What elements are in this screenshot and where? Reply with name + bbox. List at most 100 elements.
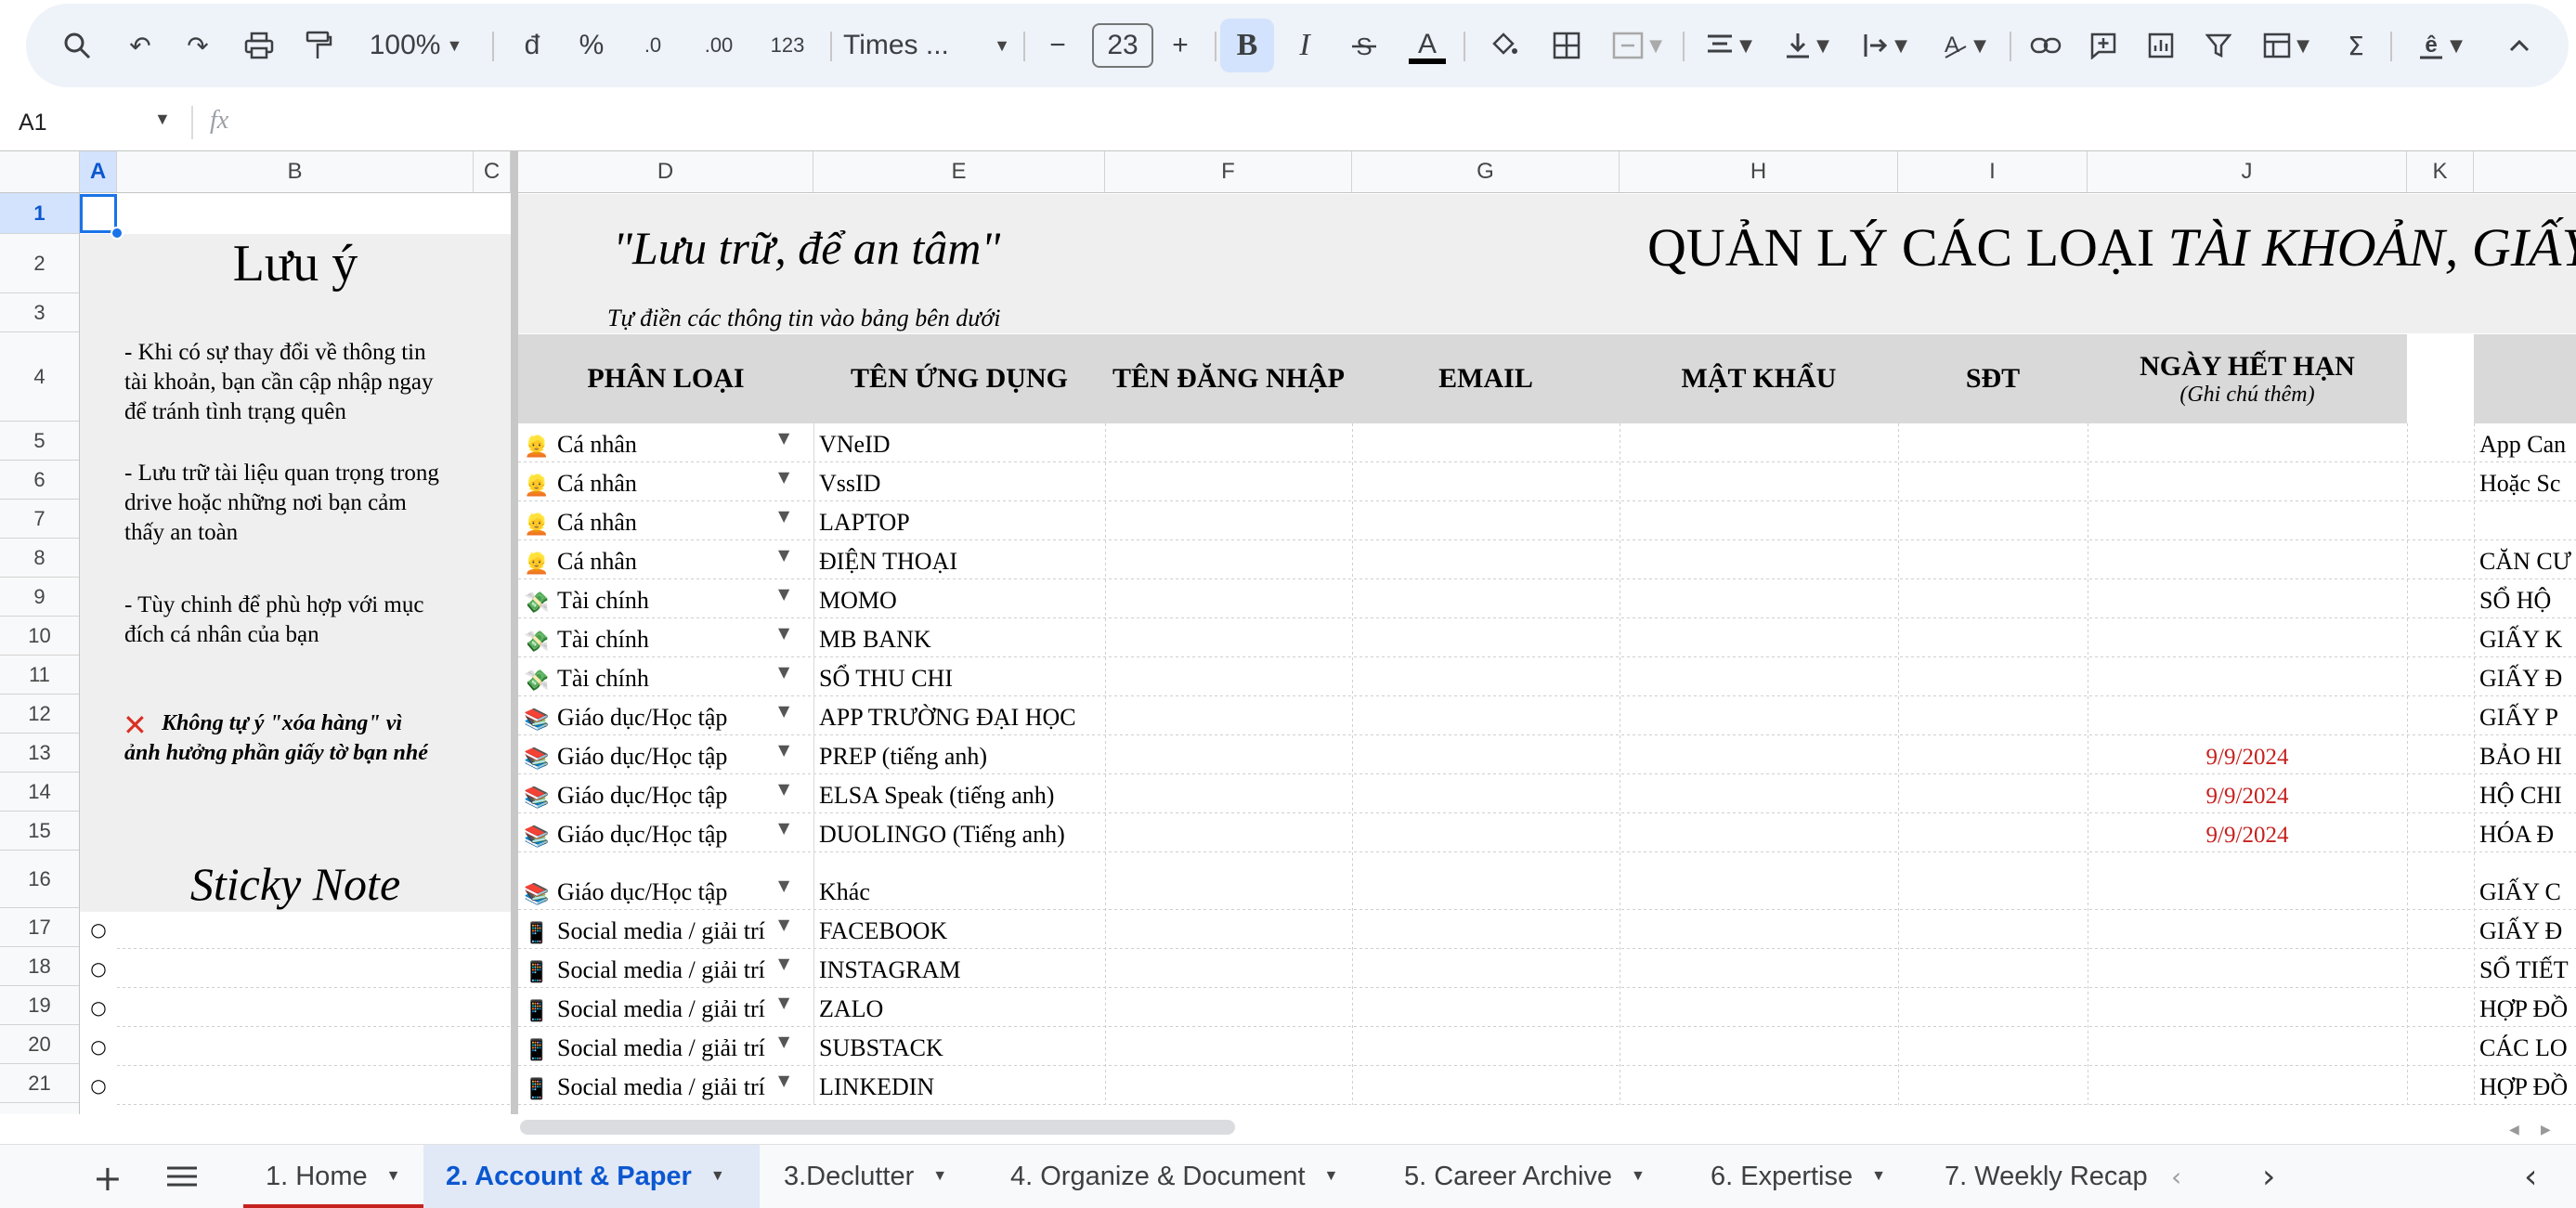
redo-icon[interactable]: ↷ <box>175 24 221 67</box>
sticky-note-line[interactable] <box>117 949 511 988</box>
password-cell[interactable] <box>1620 696 1898 735</box>
sticky-note-bullet[interactable]: ○ <box>80 949 117 988</box>
sheet-tab[interactable]: 7. Weekly Recap <box>1922 1145 2164 1208</box>
email-cell[interactable] <box>1352 657 1620 696</box>
email-cell[interactable] <box>1352 618 1620 657</box>
row-header[interactable]: 3 <box>0 293 79 332</box>
phone-cell[interactable] <box>1898 423 2088 462</box>
document-list-cell[interactable]: GIẤY P <box>2479 696 2576 735</box>
email-cell[interactable] <box>1352 735 1620 774</box>
column-header-d[interactable]: D <box>518 151 813 192</box>
password-cell[interactable] <box>1620 657 1898 696</box>
chevron-down-icon[interactable]: ▼ <box>710 1168 725 1185</box>
text-wrap-icon[interactable]: ▼ <box>1852 24 1919 67</box>
currency-format-button[interactable]: đ <box>511 24 553 67</box>
app-name-cell[interactable]: FACEBOOK <box>819 910 1098 949</box>
merge-cells-icon[interactable]: ▼ <box>1605 24 1670 67</box>
username-cell[interactable] <box>1105 696 1352 735</box>
password-cell[interactable] <box>1620 774 1898 813</box>
expiry-cell[interactable]: 9/9/2024 <box>2088 735 2407 774</box>
font-size-increase-button[interactable]: + <box>1159 24 1202 67</box>
password-cell[interactable] <box>1620 540 1898 579</box>
font-size-decrease-button[interactable]: − <box>1036 24 1079 67</box>
document-list-cell[interactable]: SỔ TIẾT <box>2479 949 2576 988</box>
category-cell[interactable]: 👱 Cá nhân <box>524 423 802 462</box>
document-list-cell[interactable]: CĂN CƯ <box>2479 540 2576 579</box>
email-cell[interactable] <box>1352 1027 1620 1066</box>
username-cell[interactable] <box>1105 618 1352 657</box>
increase-decimal-button[interactable]: .00 <box>691 24 747 67</box>
row-header[interactable]: 8 <box>0 539 79 578</box>
expiry-cell[interactable] <box>2088 1027 2407 1066</box>
expiry-cell[interactable] <box>2088 1066 2407 1105</box>
insert-chart-icon[interactable] <box>2138 24 2184 67</box>
document-list-cell[interactable]: HỘ CHI <box>2479 774 2576 813</box>
row-header[interactable]: 4 <box>0 332 79 422</box>
phone-cell[interactable] <box>1898 579 2088 618</box>
app-name-cell[interactable]: Khác <box>819 852 1098 910</box>
expiry-cell[interactable] <box>2088 423 2407 462</box>
document-list-cell[interactable]: GIẤY Đ <box>2479 910 2576 949</box>
dropdown-chevron-icon[interactable]: ▼ <box>778 819 789 837</box>
expiry-cell[interactable] <box>2088 462 2407 501</box>
dropdown-chevron-icon[interactable]: ▼ <box>778 955 789 972</box>
username-cell[interactable] <box>1105 813 1352 852</box>
font-family-select[interactable]: Times ... ▼ <box>843 24 1010 67</box>
app-name-cell[interactable]: MOMO <box>819 579 1098 618</box>
password-cell[interactable] <box>1620 501 1898 540</box>
dropdown-chevron-icon[interactable]: ▼ <box>778 429 789 447</box>
password-cell[interactable] <box>1620 462 1898 501</box>
document-list-cell[interactable] <box>2479 501 2576 540</box>
horizontal-align-icon[interactable]: ▼ <box>1696 24 1763 67</box>
column-header-j[interactable]: J <box>2088 151 2407 192</box>
dropdown-chevron-icon[interactable]: ▼ <box>778 877 789 894</box>
email-cell[interactable] <box>1352 1066 1620 1105</box>
username-cell[interactable] <box>1105 988 1352 1027</box>
phone-cell[interactable] <box>1898 1027 2088 1066</box>
search-icon[interactable] <box>54 24 100 67</box>
document-list-cell[interactable]: GIẤY Đ <box>2479 657 2576 696</box>
chevron-down-icon[interactable]: ▼ <box>1871 1168 1886 1185</box>
category-cell[interactable]: 📚 Giáo dục/Học tập <box>524 774 802 813</box>
document-list-cell[interactable]: GIẤY K <box>2479 618 2576 657</box>
column-header-b[interactable]: B <box>117 151 474 192</box>
password-cell[interactable] <box>1620 423 1898 462</box>
username-cell[interactable] <box>1105 735 1352 774</box>
sheet-tab[interactable]: 4. Organize & Document ▼ <box>988 1145 1382 1208</box>
chevron-down-icon[interactable]: ▼ <box>1324 1168 1339 1185</box>
username-cell[interactable] <box>1105 910 1352 949</box>
tabs-scroll-left-icon[interactable]: ‹ <box>2171 1162 2181 1192</box>
sheet-tab[interactable]: 5. Career Archive ▼ <box>1382 1145 1688 1208</box>
expiry-cell[interactable] <box>2088 657 2407 696</box>
username-cell[interactable] <box>1105 579 1352 618</box>
expiry-cell[interactable] <box>2088 696 2407 735</box>
document-list-cell[interactable]: HÓA Đ <box>2479 813 2576 852</box>
sheet-tab[interactable]: 2. Account & Paper ▼ <box>423 1145 760 1208</box>
sticky-note-bullet[interactable]: ○ <box>80 910 117 949</box>
sticky-note-line[interactable] <box>117 1066 511 1105</box>
username-cell[interactable] <box>1105 501 1352 540</box>
password-cell[interactable] <box>1620 852 1898 910</box>
selected-cell-a1[interactable] <box>80 194 117 233</box>
tabs-scroll-right-icon[interactable]: › <box>2262 1158 2275 1196</box>
password-cell[interactable] <box>1620 813 1898 852</box>
all-sheets-icon[interactable] <box>165 1163 199 1194</box>
category-cell[interactable]: 📚 Giáo dục/Học tập <box>524 696 802 735</box>
category-cell[interactable]: 📚 Giáo dục/Học tập <box>524 813 802 852</box>
functions-icon[interactable]: Σ <box>2333 24 2379 67</box>
expiry-cell[interactable] <box>2088 949 2407 988</box>
row-header[interactable]: 20 <box>0 1025 79 1064</box>
password-cell[interactable] <box>1620 1027 1898 1066</box>
column-header-a[interactable]: A <box>80 151 117 192</box>
column-header-f[interactable]: F <box>1105 151 1352 192</box>
app-name-cell[interactable]: LINKEDIN <box>819 1066 1098 1105</box>
category-cell[interactable]: 📚 Giáo dục/Học tập <box>524 735 802 774</box>
expiry-cell[interactable] <box>2088 988 2407 1027</box>
app-name-cell[interactable]: APP TRƯỜNG ĐẠI HỌC <box>819 696 1098 735</box>
document-list-cell[interactable]: Hoặc Sc <box>2479 462 2576 501</box>
side-panel-toggle-icon[interactable]: ‹ <box>2524 1158 2537 1196</box>
column-header-k[interactable]: K <box>2407 151 2474 192</box>
chevron-down-icon[interactable]: ▼ <box>154 110 171 129</box>
row-header[interactable]: 6 <box>0 461 79 500</box>
dropdown-chevron-icon[interactable]: ▼ <box>778 507 789 525</box>
